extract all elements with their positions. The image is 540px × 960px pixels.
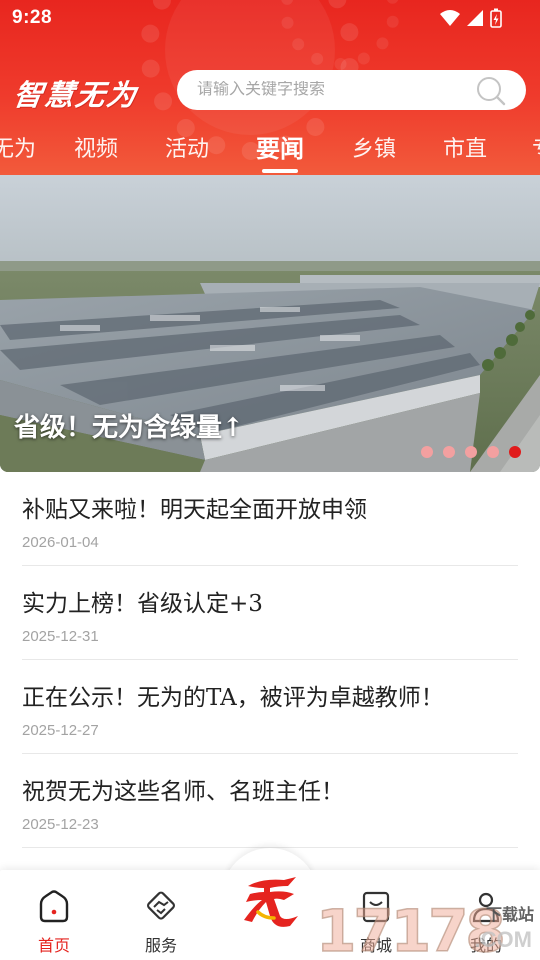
app-logo: 智慧无为 <box>11 80 140 112</box>
carousel-dot[interactable] <box>465 446 477 458</box>
news-title: 实力上榜！省级认定+3 <box>22 591 263 617</box>
status-time: 9:28 <box>12 7 53 28</box>
home-icon <box>39 890 69 923</box>
tab-city-departments[interactable]: 市直 <box>443 131 487 163</box>
news-date: 2025-12-31 <box>22 628 99 645</box>
header: 9:28 智慧无为 无为 视频 活动 要闻 乡镇 市直 专 <box>0 0 540 175</box>
tab-wuwei[interactable]: 无为 <box>0 131 36 163</box>
center-logo-icon[interactable] <box>240 872 304 928</box>
battery-charging-icon <box>490 8 502 28</box>
carousel-indicator <box>421 446 521 458</box>
banner-carousel[interactable]: 省级！无为含绿量↑ <box>0 175 540 472</box>
banner-caption[interactable]: 省级！无为含绿量↑ <box>14 407 244 444</box>
search-icon[interactable] <box>476 76 506 106</box>
news-title: 补贴又来啦！明天起全面开放申领 <box>22 497 367 523</box>
status-bar: 9:28 <box>0 0 540 36</box>
signal-icon <box>467 10 483 26</box>
search-input[interactable] <box>197 81 467 99</box>
news-item[interactable]: 祝贺无为这些名师、名班主任！ 2025-12-23 <box>0 754 540 848</box>
wifi-icon <box>440 10 460 26</box>
news-list: 补贴又来啦！明天起全面开放申领 2026-01-04 实力上榜！省级认定+3 2… <box>0 472 540 848</box>
watermark-site: 下载站 <box>485 907 534 924</box>
carousel-dot-active[interactable] <box>509 446 521 458</box>
carousel-dot[interactable] <box>443 446 455 458</box>
tab-video[interactable]: 视频 <box>74 131 118 163</box>
search-bar[interactable] <box>177 70 526 110</box>
nav-label: 首页 <box>37 938 70 955</box>
active-tab-indicator <box>262 169 298 173</box>
news-item[interactable]: 正在公示！无为的TA，被评为卓越教师！ 2025-12-27 <box>0 660 540 754</box>
nav-home[interactable]: 首页 <box>14 890 94 956</box>
tab-headlines[interactable]: 要闻 <box>256 129 304 164</box>
tab-activity[interactable]: 活动 <box>165 131 209 163</box>
channel-tabs: 无为 视频 活动 要闻 乡镇 市直 专 <box>0 124 540 174</box>
news-date: 2025-12-27 <box>22 722 99 739</box>
watermark: 17178 下载站 .COM <box>314 893 540 960</box>
carousel-dot[interactable] <box>487 446 499 458</box>
tab-special[interactable]: 专 <box>532 131 540 163</box>
news-item[interactable]: 补贴又来啦！明天起全面开放申领 2026-01-04 <box>0 472 540 566</box>
nav-services[interactable]: 服务 <box>121 890 201 956</box>
handshake-icon <box>147 891 175 920</box>
news-date: 2026-01-04 <box>22 534 99 551</box>
carousel-dot[interactable] <box>421 446 433 458</box>
status-icons <box>440 8 502 28</box>
watermark-suffix: .COM <box>474 927 532 952</box>
news-title: 祝贺无为这些名师、名班主任！ <box>22 779 344 805</box>
tab-towns[interactable]: 乡镇 <box>352 131 396 163</box>
news-title: 正在公示！无为的TA，被评为卓越教师！ <box>22 685 444 711</box>
news-date: 2025-12-23 <box>22 816 99 833</box>
nav-label: 服务 <box>144 938 177 955</box>
news-item[interactable]: 实力上榜！省级认定+3 2025-12-31 <box>0 566 540 660</box>
